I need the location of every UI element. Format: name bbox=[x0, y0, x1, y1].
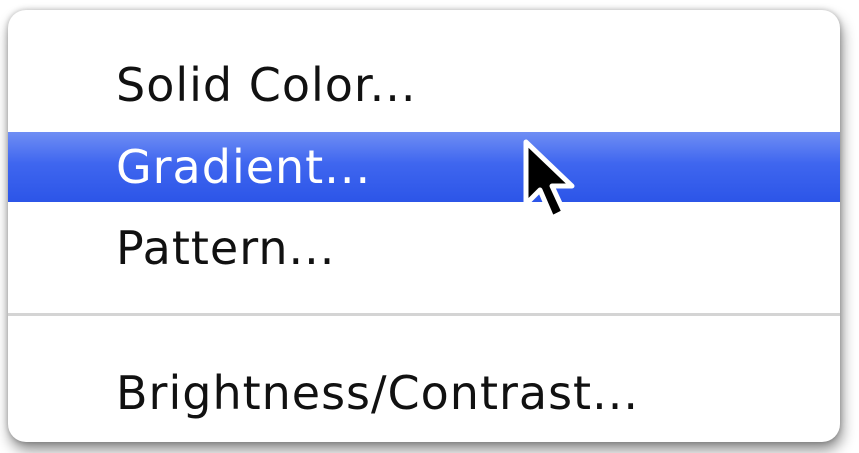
menu-item-solid-color[interactable]: Solid Color... bbox=[8, 50, 840, 120]
menu-item-pattern[interactable]: Pattern... bbox=[8, 213, 840, 283]
menu-item-gradient[interactable]: Gradient... bbox=[8, 132, 840, 202]
arrow-pointer-icon bbox=[523, 139, 575, 221]
context-menu: Solid Color... Gradient... Pattern... Br… bbox=[8, 10, 840, 442]
menu-separator bbox=[8, 313, 840, 316]
menu-item-brightness-contrast[interactable]: Brightness/Contrast... bbox=[8, 358, 840, 428]
